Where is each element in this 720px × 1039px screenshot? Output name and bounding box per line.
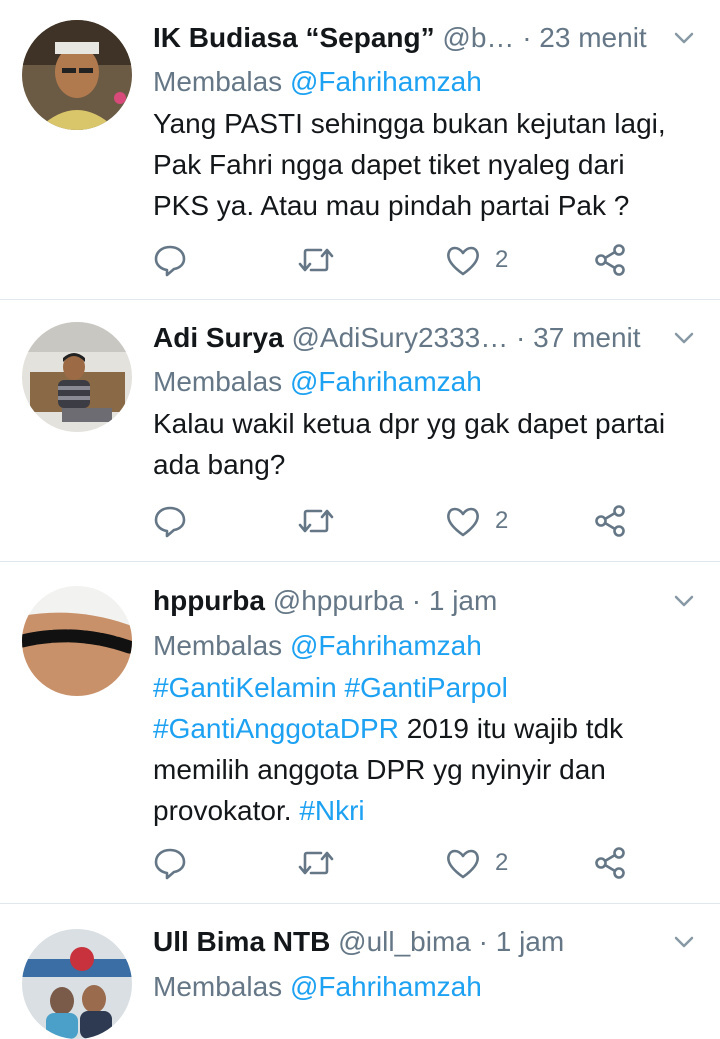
share-button[interactable] [593,843,627,883]
retweet-button[interactable] [298,240,334,280]
reply-context: Membalas @Fahrihamzah [153,62,482,102]
display-name[interactable]: hppurba [153,585,265,616]
tweet-text-line: provokator. #Nkri [153,790,702,831]
display-name[interactable]: Adi Surya [153,322,284,353]
tweet-text: Kalau wakil ketua dpr yg gak dapet parta… [153,403,702,485]
reply-mention-link[interactable]: @Fahrihamzah [290,66,482,97]
like-count: 2 [495,246,509,273]
share-button[interactable] [593,501,627,541]
tweet-text-line: #GantiAnggotaDPR 2019 itu wajib tdk [153,708,702,749]
tweet-text: #GantiKelamin #GantiParpol #GantiAnggota… [153,667,702,831]
tweet-item[interactable]: Ull Bima NTB @ull_bima · 1 jam Membalas … [0,904,720,1039]
share-icon [595,505,625,537]
timestamp[interactable]: 1 jam [496,926,564,957]
user-handle[interactable]: @hppurba [273,585,404,616]
reply-prefix: Membalas [153,971,283,1002]
tweet-text-line: Yang PASTI sehingga bukan kejutan lagi, [153,108,666,139]
user-handle[interactable]: @AdiSury2333… [291,322,508,353]
heart-icon [447,507,479,537]
tweet-header: hppurba @hppurba · 1 jam [153,581,702,621]
display-name[interactable]: IK Budiasa “Sepang” [153,22,435,53]
timestamp[interactable]: 23 menit [539,22,646,53]
tweet-text-line: PKS ya. Atau mau pindah partai Pak ? [153,190,630,221]
reply-context: Membalas @Fahrihamzah [153,626,482,666]
tweet-text-line: Kalau wakil ketua dpr yg gak dapet parta… [153,408,666,439]
reply-context: Membalas @Fahrihamzah [153,362,482,402]
avatar[interactable] [22,20,132,130]
chevron-down-icon[interactable] [672,932,696,952]
share-icon [595,847,625,879]
hashtag-link[interactable]: #GantiKelamin [153,672,337,703]
tweet-text-line: memilih anggota DPR yg nyinyir dan [153,754,606,785]
separator-dot: · [516,322,526,353]
timestamp[interactable]: 1 jam [429,585,497,616]
reply-context: Membalas @Fahrihamzah [153,967,482,1007]
reply-icon [154,245,186,277]
avatar[interactable] [22,322,132,432]
reply-icon [154,506,186,538]
retweet-icon [298,248,334,272]
like-button[interactable]: 2 [445,843,508,883]
tweet-text: Yang PASTI sehingga bukan kejutan lagi, … [153,103,702,226]
like-count: 2 [495,849,509,876]
user-handle[interactable]: @ull_bima [338,926,471,957]
tweet-item[interactable]: Adi Surya @AdiSury2333… · 37 menit Memba… [0,300,720,562]
retweet-button[interactable] [298,843,334,883]
tweet-actions: 2 [153,843,702,883]
display-name[interactable]: Ull Bima NTB [153,926,330,957]
reply-mention-link[interactable]: @Fahrihamzah [290,971,482,1002]
reply-icon [154,848,186,880]
hashtag-link[interactable]: #Nkri [299,795,364,826]
heart-icon [447,849,479,879]
tweet-text-line: #GantiKelamin #GantiParpol [153,667,702,708]
tweet-header: Adi Surya @AdiSury2333… · 37 menit [153,318,702,358]
like-button[interactable]: 2 [445,501,508,541]
reply-mention-link[interactable]: @Fahrihamzah [290,630,482,661]
reply-prefix: Membalas [153,630,283,661]
retweet-icon [298,509,334,533]
chevron-down-icon[interactable] [672,328,696,348]
tweet-text-fragment: 2019 itu wajib tdk [406,713,624,744]
hashtag-link[interactable]: #GantiParpol [344,672,507,703]
hashtag-link[interactable]: #GantiAnggotaDPR [153,713,399,744]
reply-button[interactable] [153,501,187,541]
retweet-icon [298,851,334,875]
tweet-text-line: Pak Fahri ngga dapet tiket nyaleg dari [153,149,625,180]
user-handle[interactable]: @b… [442,22,514,53]
separator-dot: · [522,22,532,53]
tweet-header: Ull Bima NTB @ull_bima · 1 jam [153,922,702,962]
avatar[interactable] [22,586,132,696]
reply-prefix: Membalas [153,366,283,397]
reply-button[interactable] [153,843,187,883]
like-button[interactable]: 2 [445,240,508,280]
separator-dot: · [478,926,488,957]
tweet-text-line: ada bang? [153,449,286,480]
tweet-actions: 2 [153,501,702,541]
avatar[interactable] [22,929,132,1039]
heart-icon [447,246,479,276]
chevron-down-icon[interactable] [672,591,696,611]
tweet-actions: 2 [153,240,702,280]
reply-button[interactable] [153,240,187,280]
replies-feed: IK Budiasa “Sepang” @b… · 23 menit Memba… [0,0,720,1039]
like-count: 2 [495,507,509,534]
separator-dot: · [411,585,422,616]
reply-prefix: Membalas [153,66,283,97]
tweet-item[interactable]: IK Budiasa “Sepang” @b… · 23 menit Memba… [0,0,720,300]
timestamp[interactable]: 37 menit [533,322,640,353]
tweet-text-fragment: provokator. [153,795,292,826]
retweet-button[interactable] [298,501,334,541]
tweet-header: IK Budiasa “Sepang” @b… · 23 menit [153,18,702,58]
share-icon [595,244,625,276]
reply-mention-link[interactable]: @Fahrihamzah [290,366,482,397]
tweet-item[interactable]: hppurba @hppurba · 1 jam Membalas @Fahri… [0,562,720,904]
chevron-down-icon[interactable] [672,28,696,48]
share-button[interactable] [593,240,627,280]
